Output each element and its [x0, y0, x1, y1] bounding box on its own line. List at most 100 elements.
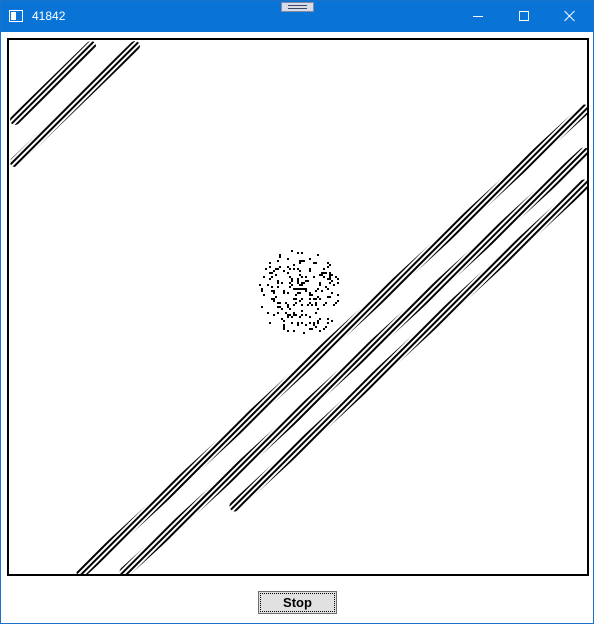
maximize-icon — [519, 11, 529, 21]
live-cell — [291, 278, 293, 280]
live-cell — [325, 286, 327, 288]
live-cell — [323, 268, 325, 270]
live-cell — [285, 302, 287, 304]
live-cell — [299, 316, 301, 318]
live-cell — [309, 268, 311, 270]
live-cell — [301, 298, 303, 300]
live-cell — [315, 298, 317, 300]
live-cell — [273, 292, 275, 294]
live-cell — [329, 282, 331, 284]
maximize-button[interactable] — [501, 1, 547, 32]
live-cell — [283, 270, 285, 272]
live-cell — [273, 300, 275, 302]
live-cell — [315, 304, 317, 306]
live-cell — [277, 280, 279, 282]
live-cell — [327, 322, 329, 324]
live-cell — [319, 274, 321, 276]
live-cell — [275, 296, 277, 298]
live-cell — [299, 300, 301, 302]
live-cell — [319, 282, 321, 284]
live-cell — [283, 290, 285, 292]
minimize-button[interactable] — [455, 1, 501, 32]
live-cell — [303, 282, 305, 284]
title-bar[interactable]: 41842 — [1, 1, 593, 32]
live-cell — [315, 312, 317, 314]
live-cell — [305, 314, 307, 316]
live-cell — [313, 324, 315, 326]
live-cell — [287, 292, 289, 294]
live-cell — [261, 288, 263, 290]
live-cell — [319, 298, 321, 300]
live-cell — [329, 296, 331, 298]
live-cell — [279, 266, 281, 268]
simulation-canvas[interactable] — [7, 38, 589, 576]
live-cell — [327, 278, 329, 280]
live-cell — [331, 320, 333, 322]
live-cell — [303, 288, 305, 290]
live-cell — [313, 262, 315, 264]
live-cell — [317, 296, 319, 298]
live-cell — [275, 268, 277, 270]
live-cell — [277, 306, 279, 308]
live-cell — [297, 324, 299, 326]
live-cell — [319, 318, 321, 320]
live-cell — [269, 278, 271, 280]
live-cell — [335, 302, 337, 304]
live-cell — [279, 256, 281, 258]
live-cell — [291, 280, 293, 282]
live-cell — [327, 288, 329, 290]
live-cell — [289, 314, 291, 316]
live-cell — [259, 284, 261, 286]
live-cell — [291, 316, 293, 318]
live-cell — [301, 310, 303, 312]
live-cell — [269, 272, 271, 274]
live-cell — [297, 288, 299, 290]
live-cell — [283, 326, 285, 328]
live-cell — [327, 262, 329, 264]
stop-button[interactable]: Stop — [258, 591, 337, 614]
live-cell — [313, 322, 315, 324]
window-title: 41842 — [32, 9, 66, 23]
live-cell — [297, 268, 299, 270]
live-cell — [299, 260, 301, 262]
live-cell — [311, 304, 313, 306]
live-cell — [317, 320, 319, 322]
live-cell — [261, 290, 263, 292]
close-icon — [564, 10, 576, 22]
live-cell — [291, 250, 293, 252]
live-cell — [293, 330, 295, 332]
live-cell — [315, 302, 317, 304]
live-cell — [297, 252, 299, 254]
live-cell — [289, 268, 291, 270]
live-cell — [293, 268, 295, 270]
live-cell — [287, 316, 289, 318]
minimize-icon — [473, 16, 483, 17]
live-cell — [297, 322, 299, 324]
live-cell — [303, 332, 305, 334]
live-cell — [317, 322, 319, 324]
live-cell — [329, 274, 331, 276]
app-window-icon — [9, 10, 23, 22]
cell-stream — [119, 147, 587, 574]
live-cell — [299, 288, 301, 290]
live-cell — [277, 268, 279, 270]
cell-grid — [10, 41, 587, 574]
live-cell — [309, 298, 311, 300]
live-cell — [261, 306, 263, 308]
live-cell — [277, 260, 279, 262]
live-cell — [293, 288, 295, 290]
close-button[interactable] — [547, 1, 593, 32]
live-cell — [277, 302, 279, 304]
live-cell — [269, 262, 271, 264]
live-cell — [323, 276, 325, 278]
live-cell — [305, 276, 307, 278]
live-cell — [317, 288, 319, 290]
drag-handle-icon[interactable] — [281, 2, 314, 12]
live-cell — [263, 294, 265, 296]
live-cell — [301, 282, 303, 284]
live-cell — [295, 298, 297, 300]
live-cell — [315, 262, 317, 264]
live-cell — [281, 318, 283, 320]
live-cell — [309, 294, 311, 296]
live-cell — [325, 272, 327, 274]
